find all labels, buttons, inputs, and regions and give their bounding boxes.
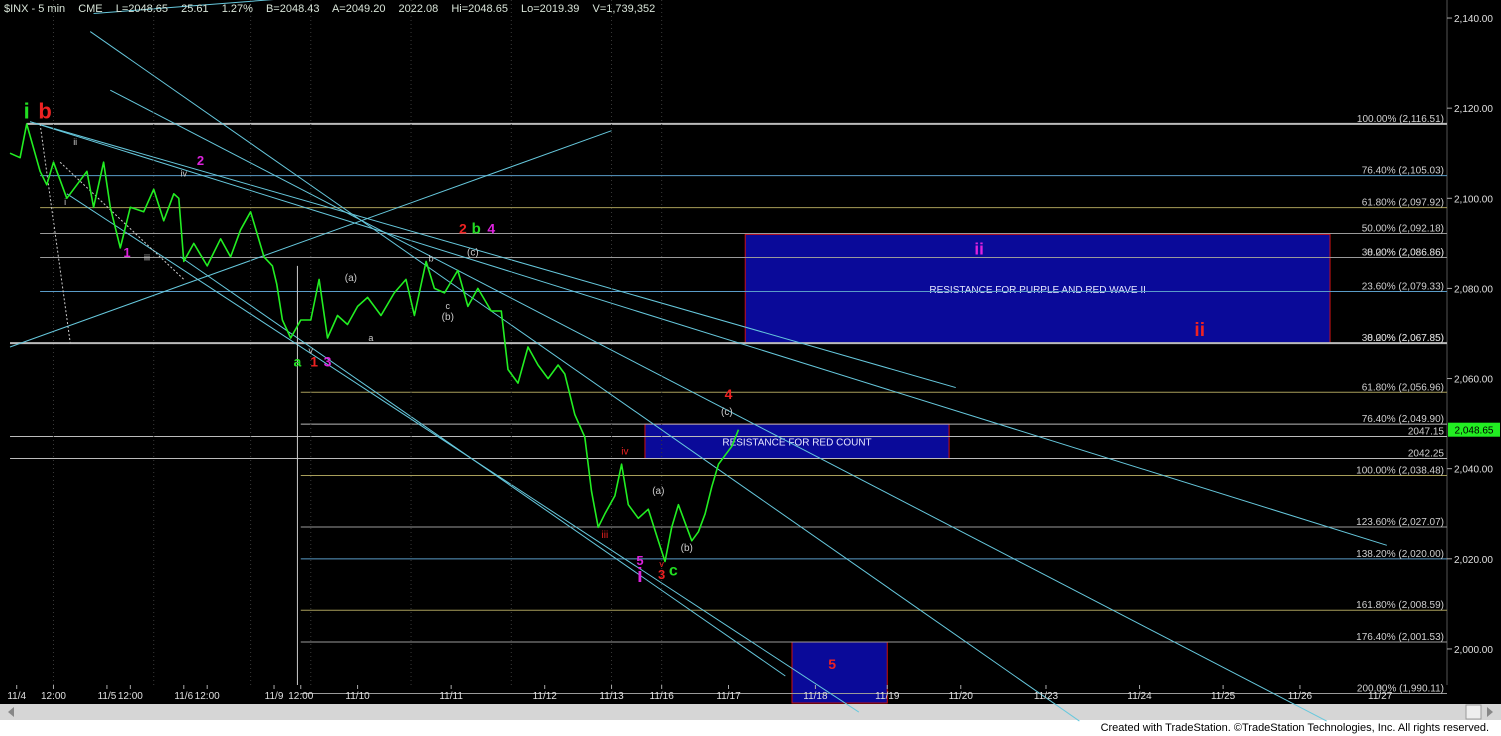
wave-label: iii: [602, 530, 609, 541]
last-price-label: L=2048.65: [115, 3, 169, 15]
wave-label: c: [446, 301, 451, 311]
x-tick-label: 11/23: [1034, 691, 1059, 702]
x-tick-label: 11/10: [345, 691, 370, 702]
x-tick-label: 12:00: [118, 691, 143, 702]
volume-label: V=1,739,352: [592, 3, 656, 15]
wave-label: b: [472, 220, 481, 237]
x-tick-label: 11/11: [439, 691, 463, 702]
y-tick-label: 2,120.00: [1454, 104, 1493, 115]
wave-label: (b): [442, 312, 454, 323]
wave-label: ii: [974, 240, 983, 259]
wave-label: ii: [73, 137, 77, 147]
wave-label: (c): [721, 407, 733, 418]
y-tick-label: 2,140.00: [1454, 14, 1493, 25]
wave-label: 4: [725, 386, 733, 402]
y-tick-label: 2,060.00: [1454, 375, 1493, 386]
y-tick-label: 2,100.00: [1454, 194, 1493, 205]
x-tick-label: 11/13: [599, 691, 624, 702]
fib-level-label: 0.00% (2,086.86): [1367, 248, 1444, 259]
pct-change-label: 1.27%: [221, 3, 253, 15]
wave-label: c: [669, 562, 678, 579]
scrollbar-thumb[interactable]: [1465, 704, 1482, 720]
x-tick-label: 11/9: [265, 691, 284, 702]
fib-level-label: 76.40% (2,105.03): [1362, 166, 1444, 177]
x-tick-label: 11/6: [174, 691, 193, 702]
last-price-label: 2,048.65: [1455, 426, 1494, 437]
price-level-label: 2042.25: [1408, 449, 1445, 460]
wave-label: b: [429, 253, 434, 263]
wave-label: 2: [197, 153, 204, 168]
wave-label: a: [294, 353, 302, 369]
wave-label: 2: [459, 220, 467, 236]
fib-level-label: 161.80% (2,008.59): [1356, 600, 1444, 611]
fib-level-label: 50.00% (2,092.18): [1362, 224, 1444, 235]
wave-label: i: [24, 99, 30, 124]
fib-level-label: 100.00% (2,038.48): [1356, 466, 1444, 477]
fib-level-label: 138.20% (2,020.00): [1356, 549, 1444, 560]
price-chart[interactable]: RESISTANCE FOR PURPLE AND RED WAVE IIRES…: [0, 0, 1501, 736]
wave-label: 1: [123, 245, 130, 260]
y-tick-label: 2,000.00: [1454, 645, 1493, 656]
x-tick-label: 11/20: [949, 691, 974, 702]
fib-level-label: 100.00% (2,116.51): [1357, 114, 1444, 125]
wave-label: iv: [181, 169, 188, 179]
x-tick-label: 11/17: [716, 691, 741, 702]
wave-label: a: [368, 333, 373, 343]
net-change-label: 25.61: [181, 3, 209, 15]
price-level-label: 2047.15: [1408, 426, 1445, 437]
wave-label: b: [38, 99, 51, 124]
bid-label: B=2048.43: [265, 3, 320, 15]
ask-label: A=2049.20: [331, 3, 386, 15]
fib-level-label: 61.80% (2,097.92): [1362, 198, 1444, 209]
y-axis-panel: [1447, 0, 1501, 685]
wave-label: 3: [324, 353, 332, 369]
y-tick-label: 2,040.00: [1454, 465, 1493, 476]
x-tick-label: 11/18: [803, 691, 828, 702]
fib-level-label: 0.00% (2,067.85): [1367, 333, 1444, 344]
wave-label: i: [64, 197, 66, 207]
fib-level-label: 23.60% (2,079.33): [1362, 281, 1444, 292]
x-tick-label: 11/26: [1288, 691, 1313, 702]
zone-label: RESISTANCE FOR PURPLE AND RED WAVE II: [929, 285, 1146, 296]
chart-header: $INX - 5 min CME L=2048.65 25.61 1.27% B…: [4, 3, 665, 15]
high-label: Hi=2048.65: [451, 3, 508, 15]
x-tick-label: 11/27: [1368, 691, 1393, 702]
low-label: Lo=2019.39: [521, 3, 580, 15]
x-tick-label: 11/16: [650, 691, 675, 702]
x-tick-label: 12:00: [288, 691, 313, 702]
x-tick-label: 12:00: [41, 691, 66, 702]
x-tick-label: 11/25: [1211, 691, 1236, 702]
wave-label: iii: [144, 252, 150, 262]
fib-level-label: 76.40% (2,049.90): [1362, 414, 1444, 425]
x-tick-label: 11/24: [1127, 691, 1152, 702]
symbol-label: $INX - 5 min: [4, 3, 66, 15]
wave-label: iv: [621, 447, 628, 458]
exchange-label: CME: [78, 3, 103, 15]
copyright-footer: Created with TradeStation. ©TradeStation…: [1100, 722, 1489, 734]
wave-label: (c): [467, 248, 479, 259]
x-tick-label: 11/5: [98, 691, 117, 702]
x-tick-label: 11/4: [7, 691, 26, 702]
wave-label: i: [637, 565, 643, 587]
wave-label: 4: [487, 220, 495, 236]
wave-label: 3: [658, 567, 665, 582]
x-tick-label: 11/19: [875, 691, 900, 702]
wave-label: (b): [681, 543, 693, 554]
open-label: 2022.08: [398, 3, 439, 15]
y-tick-label: 2,080.00: [1454, 284, 1493, 295]
fib-level-label: 123.60% (2,027.07): [1356, 517, 1444, 528]
fib-level-label: 176.40% (2,001.53): [1356, 632, 1444, 643]
fib-level-label: 61.80% (2,056.96): [1362, 382, 1444, 393]
x-tick-label: 12:00: [195, 691, 220, 702]
y-tick-label: 2,020.00: [1454, 555, 1493, 566]
scrollbar-track[interactable]: [0, 704, 1501, 720]
wave-label: 1: [310, 353, 318, 369]
wave-label: ii: [1194, 320, 1205, 341]
chart-window: RESISTANCE FOR PURPLE AND RED WAVE II RES…: [0, 0, 1501, 736]
wave-label: 5: [828, 656, 836, 672]
wave-label: (a): [345, 273, 357, 284]
x-tick-label: 11/12: [533, 691, 558, 702]
wave-label: (a): [652, 486, 664, 497]
